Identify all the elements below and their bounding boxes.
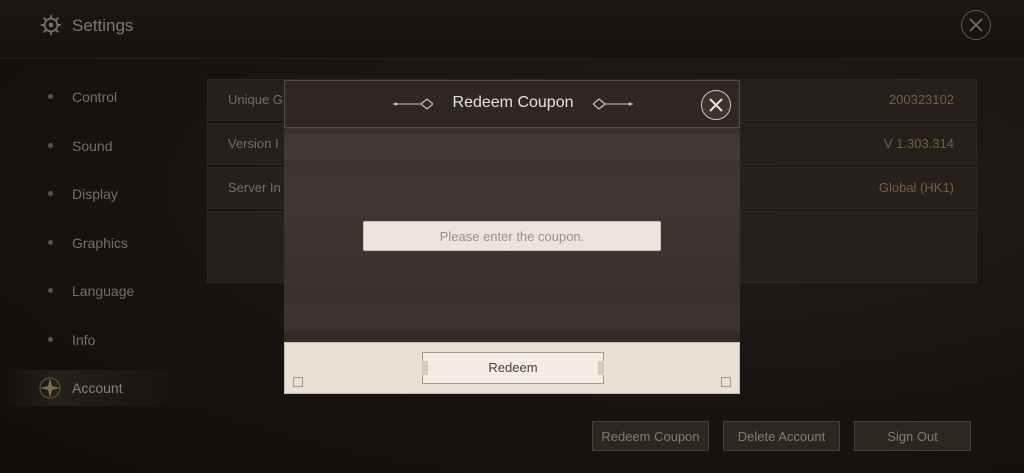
redeem-coupon-dialog: Redeem Coupon Redeem [284,80,740,394]
dialog-header: Redeem Coupon [284,80,740,128]
dialog-title: Redeem Coupon [452,94,574,111]
dialog-close-button[interactable] [701,90,731,120]
dialog-body [284,128,740,342]
dialog-footer: Redeem [284,342,740,394]
corner-ornament-icon [293,377,303,387]
close-icon [709,98,723,112]
redeem-button-label: Redeem [488,360,538,375]
divider [284,134,740,160]
corner-ornament-icon [721,377,731,387]
button-notch-icon [422,361,428,375]
ornament-icon [593,98,633,110]
divider [284,304,740,330]
coupon-input[interactable] [363,221,661,251]
redeem-button[interactable]: Redeem [422,352,604,384]
button-notch-icon [598,361,604,375]
